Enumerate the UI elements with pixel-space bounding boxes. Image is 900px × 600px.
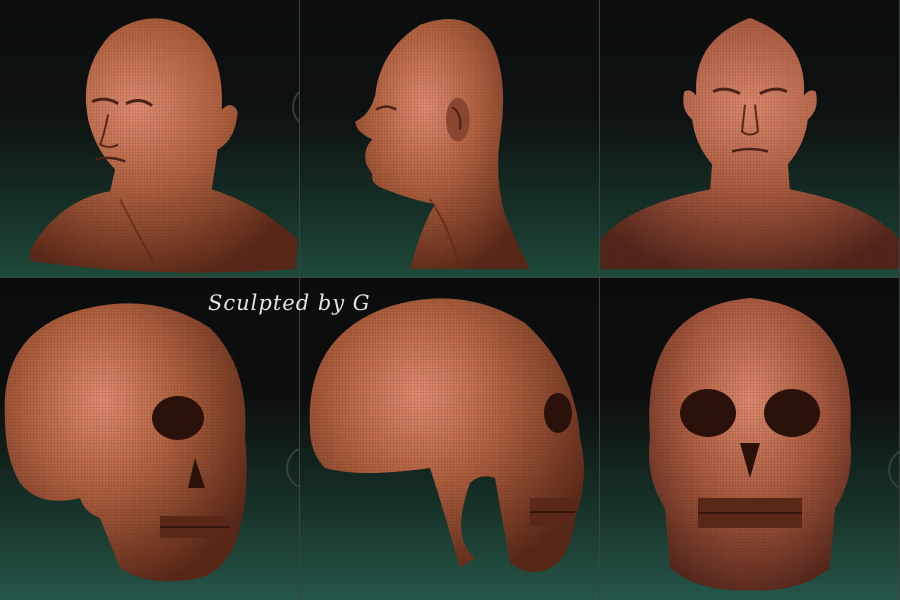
- head-three-quarter-sculpt: [30, 18, 298, 273]
- signature-text: Sculpted by G: [208, 291, 371, 315]
- skull-three-quarter-sculpt: [4, 303, 247, 582]
- view-skull-front[interactable]: [600, 278, 900, 600]
- view-skull-three-quarter[interactable]: [0, 278, 300, 600]
- view-skull-profile[interactable]: [300, 278, 600, 600]
- head-profile-sculpt: [355, 19, 530, 270]
- skull-profile-sculpt: [309, 298, 584, 572]
- head-front-sculpt: [600, 17, 899, 270]
- view-head-profile[interactable]: [300, 0, 600, 278]
- view-head-three-quarter[interactable]: [0, 0, 300, 278]
- skull-front-sculpt: [649, 298, 851, 591]
- view-head-front[interactable]: [600, 0, 900, 278]
- viewport-grid: [0, 0, 900, 600]
